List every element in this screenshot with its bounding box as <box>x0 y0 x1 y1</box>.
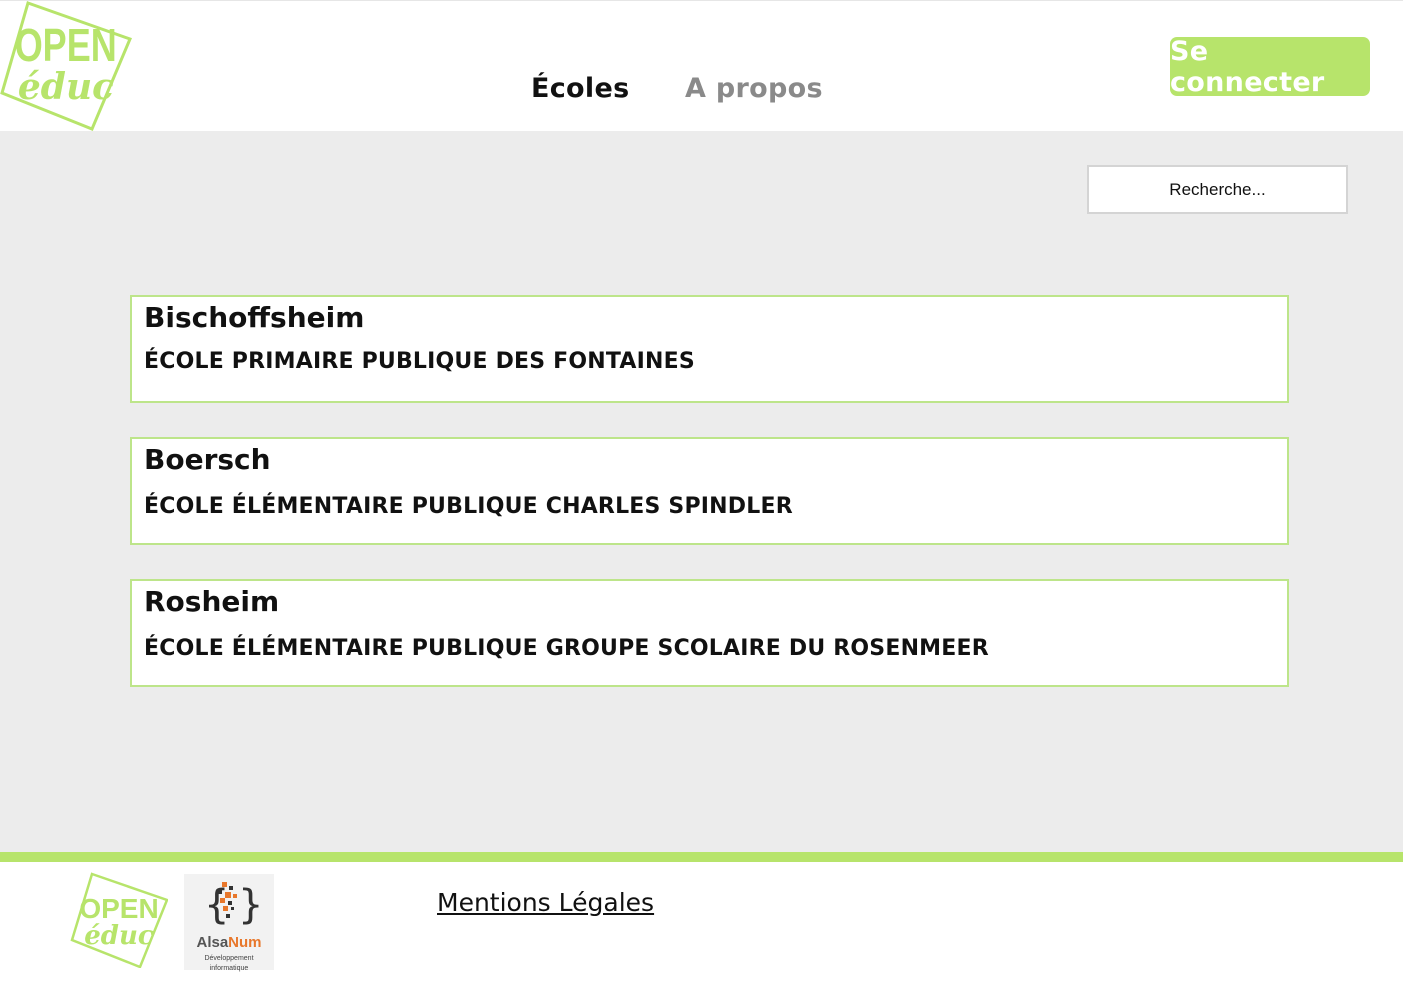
mentions-legales-link[interactable]: Mentions Légales <box>437 888 654 917</box>
alsanum-braces-icon: { } <box>204 882 263 928</box>
alsanum-subtitle-line1: Développement <box>204 955 254 962</box>
search-input[interactable] <box>1087 165 1348 214</box>
school-city: Rosheim <box>144 585 280 618</box>
openeduc-footer-logo: OPEN éduc <box>70 872 168 968</box>
svg-text:}: } <box>238 882 263 928</box>
school-city: Bischoffsheim <box>144 301 365 334</box>
login-button[interactable]: Se connecter <box>1170 36 1370 98</box>
school-name: ÉCOLE ÉLÉMENTAIRE PUBLIQUE CHARLES SPIND… <box>144 494 793 519</box>
nav-ecoles[interactable]: Écoles <box>531 73 629 104</box>
school-card[interactable]: Rosheim ÉCOLE ÉLÉMENTAIRE PUBLIQUE GROUP… <box>130 579 1289 687</box>
school-city: Boersch <box>144 443 271 476</box>
svg-text:{: { <box>204 882 229 928</box>
alsanum-subtitle: Développement informatique <box>184 954 274 974</box>
footer-divider <box>0 852 1403 862</box>
school-name: ÉCOLE PRIMAIRE PUBLIQUE DES FONTAINES <box>144 349 695 374</box>
alsanum-name: AlsaNum <box>184 934 274 951</box>
footer-logo-text-educ: éduc <box>84 921 154 951</box>
main-content: Bischoffsheim ÉCOLE PRIMAIRE PUBLIQUE DE… <box>0 131 1403 852</box>
logo-text-open: OPEN <box>15 20 117 71</box>
nav-a-propos[interactable]: A propos <box>685 73 823 104</box>
footer-logo-text-open: OPEN <box>79 893 158 924</box>
school-card[interactable]: Bischoffsheim ÉCOLE PRIMAIRE PUBLIQUE DE… <box>130 295 1289 403</box>
footer: OPEN éduc { } AlsaNum Développement info… <box>0 862 1403 992</box>
alsanum-subtitle-line2: informatique <box>209 965 249 972</box>
school-name: ÉCOLE ÉLÉMENTAIRE PUBLIQUE GROUPE SCOLAI… <box>144 636 989 661</box>
alsanum-name-part2: Num <box>228 934 262 951</box>
school-card[interactable]: Boersch ÉCOLE ÉLÉMENTAIRE PUBLIQUE CHARL… <box>130 437 1289 545</box>
alsanum-logo: { } AlsaNum Développement informatique <box>184 874 274 972</box>
alsanum-name-part1: Alsa <box>196 934 229 951</box>
header: OPEN éduc Écoles A propos Se connecter <box>0 0 1403 131</box>
